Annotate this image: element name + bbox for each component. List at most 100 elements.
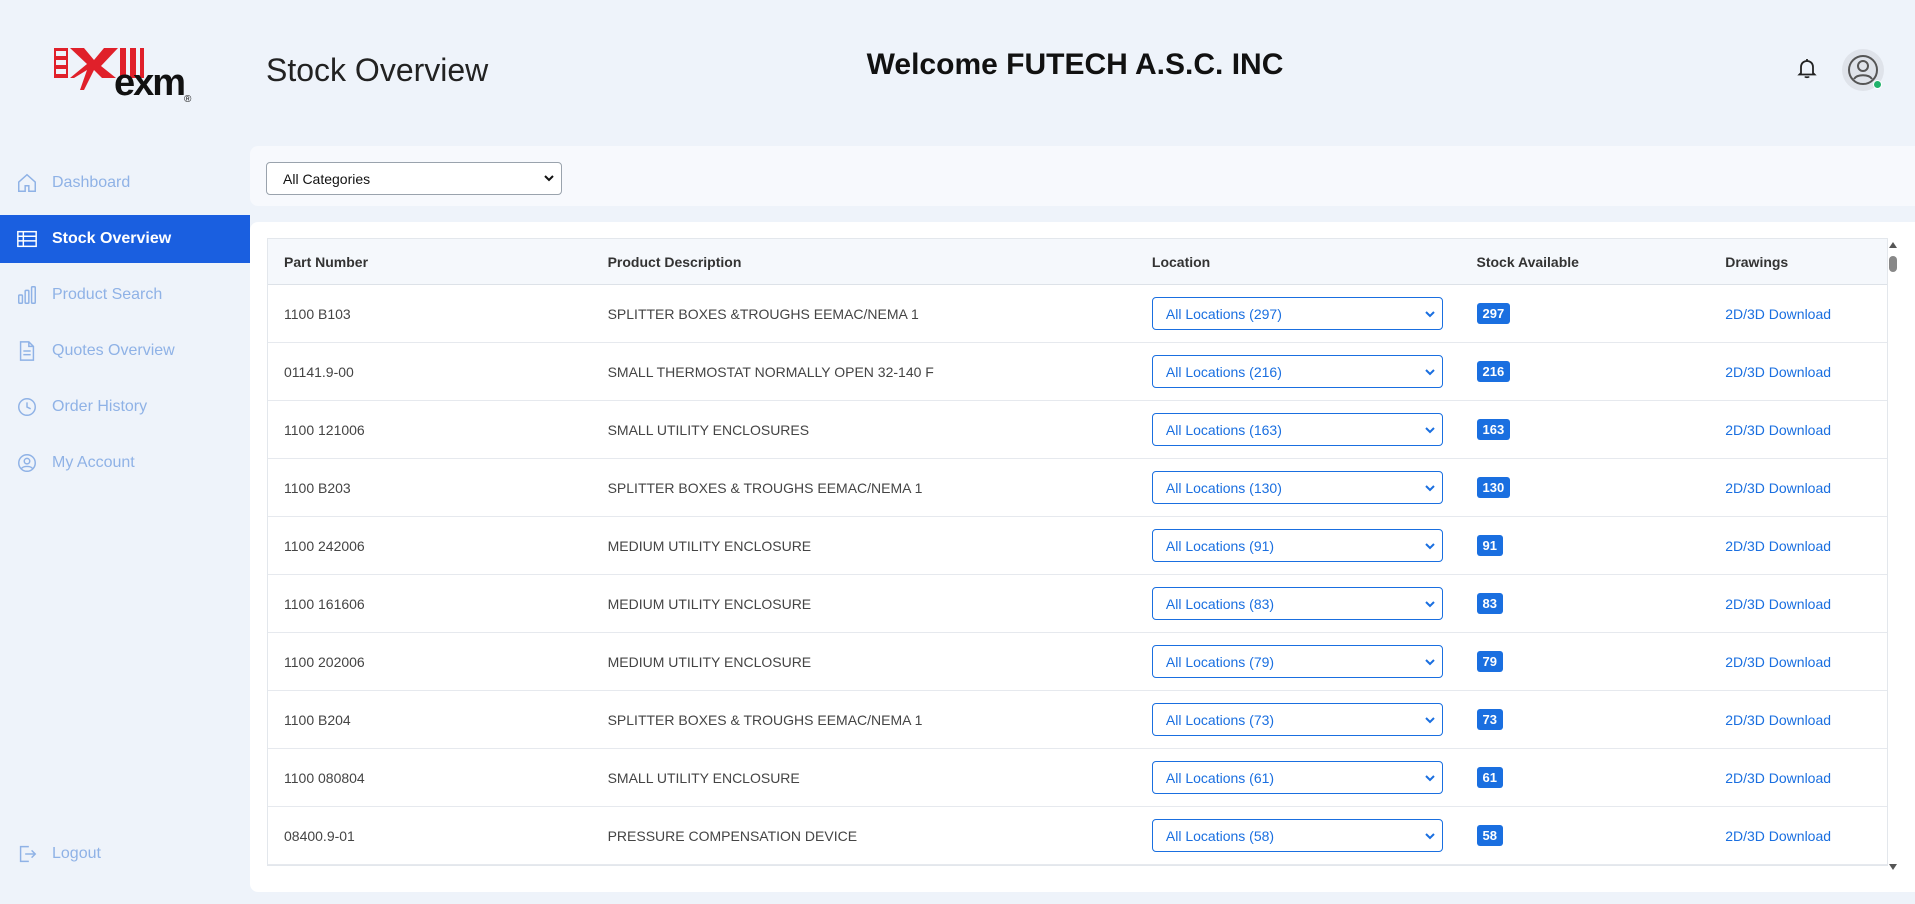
sidebar-item-label: My Account [52, 454, 135, 471]
drawing-download-link[interactable]: 2D/3D Download [1725, 712, 1831, 728]
column-header-location[interactable]: Location [1136, 254, 1461, 270]
drawing-download-link[interactable]: 2D/3D Download [1725, 422, 1831, 438]
description-cell: SMALL UTILITY ENCLOSURE [607, 769, 800, 786]
scrollbar-thumb[interactable] [1889, 256, 1897, 272]
logout-button[interactable]: Logout [0, 830, 250, 878]
clock-icon [18, 398, 36, 416]
stock-badge: 61 [1476, 767, 1503, 788]
location-select-value: All Locations (297) [1165, 305, 1282, 322]
location-select-value: All Locations (91) [1165, 537, 1275, 554]
sidebar-item-order-history[interactable]: Order History [0, 379, 250, 435]
chevron-down-icon [1425, 485, 1435, 492]
sidebar-item-quotes-overview[interactable]: Quotes Overview [0, 323, 250, 379]
logout-icon [19, 845, 37, 863]
chevron-down-icon [1425, 311, 1435, 318]
column-header-stock-available[interactable]: Stock Available [1461, 254, 1710, 270]
sidebar-item-label: Product Search [52, 286, 163, 303]
bar-chart-icon [18, 286, 36, 304]
location-select[interactable]: All Locations (216) [1151, 355, 1443, 388]
sidebar-item-stock-overview[interactable]: Stock Overview [0, 215, 250, 263]
location-select[interactable]: All Locations (163) [1151, 413, 1443, 446]
chevron-down-icon [544, 175, 554, 182]
drawing-download-link[interactable]: 2D/3D Download [1725, 596, 1831, 612]
location-select[interactable]: All Locations (297) [1151, 297, 1443, 330]
chevron-down-icon [1425, 833, 1435, 840]
chevron-down-icon [1425, 543, 1435, 550]
description-cell: PRESSURE COMPENSATION DEVICE [607, 827, 858, 844]
home-icon [18, 173, 36, 192]
location-select[interactable]: All Locations (61) [1151, 761, 1443, 794]
column-header-drawings[interactable]: Drawings [1709, 254, 1887, 270]
location-select-value: All Locations (130) [1165, 479, 1282, 496]
drawings-cell: 2D/3D Download [1709, 712, 1887, 728]
table-icon [17, 230, 37, 248]
chevron-down-icon [1425, 717, 1435, 724]
drawings-cell: 2D/3D Download [1709, 538, 1887, 554]
chevron-down-icon [1425, 427, 1435, 434]
logout-label: Logout [52, 845, 101, 862]
stock-cell: 58 [1461, 825, 1710, 846]
location-select[interactable]: All Locations (73) [1151, 703, 1443, 736]
location-select-value: All Locations (58) [1165, 827, 1275, 844]
bell-icon[interactable] [1795, 56, 1819, 80]
sidebar-item-product-search[interactable]: Product Search [0, 267, 250, 323]
drawings-cell: 2D/3D Download [1709, 596, 1887, 612]
stock-badge: 58 [1476, 825, 1503, 846]
document-icon [19, 341, 35, 361]
sidebar: exm ® Dashboard Stock Overview Product S… [0, 0, 250, 904]
drawing-download-link[interactable]: 2D/3D Download [1725, 654, 1831, 670]
location-cell: All Locations (130) [1136, 471, 1461, 504]
drawing-download-link[interactable]: 2D/3D Download [1725, 828, 1831, 844]
drawing-download-link[interactable]: 2D/3D Download [1725, 538, 1831, 554]
table-row: 1100 242006 MEDIUM UTILITY ENCLOSURE All L… [268, 517, 1887, 575]
drawings-cell: 2D/3D Download [1709, 422, 1887, 438]
drawing-download-link[interactable]: 2D/3D Download [1725, 364, 1831, 380]
part-number-cell: 1100 121006 [284, 421, 365, 438]
location-cell: All Locations (61) [1136, 761, 1461, 794]
part-number-cell: 1100 B103 [284, 305, 351, 322]
drawing-download-link[interactable]: 2D/3D Download [1725, 480, 1831, 496]
scroll-down-arrow-icon[interactable] [1889, 864, 1897, 870]
location-select[interactable]: All Locations (79) [1151, 645, 1443, 678]
location-cell: All Locations (79) [1136, 645, 1461, 678]
stock-cell: 83 [1461, 593, 1710, 614]
location-select-value: All Locations (216) [1165, 363, 1282, 380]
location-select-value: All Locations (83) [1165, 595, 1275, 612]
table-row: 1100 080804 SMALL UTILITY ENCLOSURE All Lo… [268, 749, 1887, 807]
description-cell: SMALL UTILITY ENCLOSURES [607, 421, 810, 438]
location-select[interactable]: All Locations (83) [1151, 587, 1443, 620]
location-select-value: All Locations (73) [1165, 711, 1275, 728]
table-row: 01141.9-00 SMALL THERMOSTAT NORMALLY OPEN… [268, 343, 1887, 401]
stock-badge: 73 [1476, 709, 1503, 730]
sidebar-item-label: Quotes Overview [52, 342, 175, 359]
sidebar-item-label: Order History [52, 398, 148, 415]
scroll-up-arrow-icon[interactable] [1889, 242, 1897, 248]
description-cell: SPLITTER BOXES &TROUGHS EEMAC/NEMA 1 [607, 305, 919, 322]
column-header-part-number[interactable]: Part Number [268, 254, 592, 270]
sidebar-item-my-account[interactable]: My Account [0, 435, 250, 491]
stock-badge: 91 [1476, 535, 1503, 556]
table-row: 1100 B203 SPLITTER BOXES & TROUGHS EEMAC/… [268, 459, 1887, 517]
drawings-cell: 2D/3D Download [1709, 654, 1887, 670]
description-cell: MEDIUM UTILITY ENCLOSURE [607, 653, 812, 670]
user-avatar[interactable] [1842, 49, 1884, 91]
sidebar-item-dashboard[interactable]: Dashboard [0, 155, 250, 211]
table-row: 1100 B103 SPLITTER BOXES &TROUGHS EEMAC/N… [268, 285, 1887, 343]
chevron-down-icon [1425, 659, 1435, 666]
part-number-cell: 1100 B204 [284, 711, 351, 728]
location-select[interactable]: All Locations (58) [1151, 819, 1443, 852]
exm-logo[interactable]: exm ® [54, 48, 194, 105]
page-title: Stock Overview [266, 52, 489, 88]
table-scrollbar[interactable] [1886, 238, 1900, 874]
chevron-down-icon [1425, 369, 1435, 376]
location-select[interactable]: All Locations (130) [1151, 471, 1443, 504]
table-row: 1100 B204 SPLITTER BOXES & TROUGHS EEMAC/… [268, 691, 1887, 749]
drawing-download-link[interactable]: 2D/3D Download [1725, 306, 1831, 322]
table-body: 1100 B103 SPLITTER BOXES &TROUGHS EEMAC/N… [268, 285, 1887, 865]
column-header-product-description[interactable]: Product Description [592, 254, 1136, 270]
stock-badge: 297 [1476, 303, 1511, 324]
sidebar-item-label: Stock Overview [52, 230, 172, 247]
category-select[interactable]: All Categories [266, 162, 562, 195]
location-select[interactable]: All Locations (91) [1151, 529, 1443, 562]
drawing-download-link[interactable]: 2D/3D Download [1725, 770, 1831, 786]
